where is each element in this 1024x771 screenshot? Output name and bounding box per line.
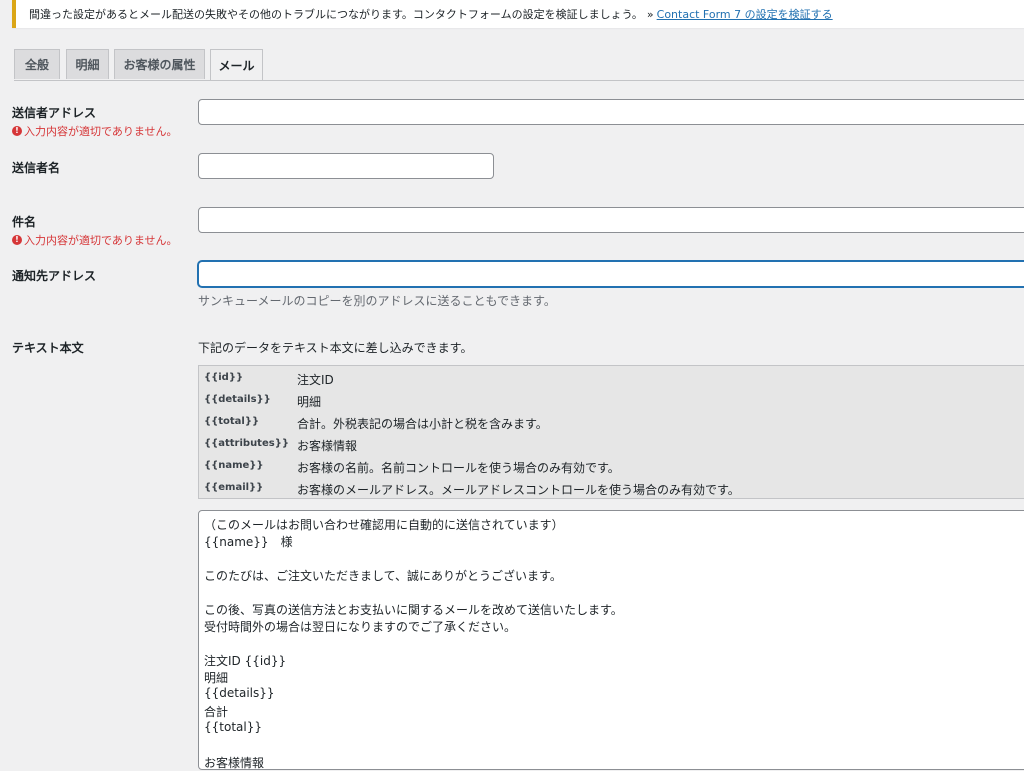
placeholder-tag-list: {{id}} 注文ID {{details}} 明細 {{total}} 合計。… xyxy=(198,365,1024,499)
tag-desc: 合計。外税表記の場合は小計と税を含みます。 xyxy=(297,417,548,431)
tag-key: {{total}} xyxy=(204,416,260,427)
sender-address-input[interactable] xyxy=(198,99,1024,125)
subject-input[interactable] xyxy=(198,207,1024,233)
body-line: {{name}} 様 xyxy=(204,535,293,549)
validate-config-link[interactable]: Contact Form 7 の設定を検証する xyxy=(657,8,833,21)
tag-row: {{name}} お客様の名前。名前コントロールを使う場合のみ有効です。 xyxy=(199,456,1024,478)
notify-address-description: サンキューメールのコピーを別のアドレスに送ることもできます。 xyxy=(198,294,556,308)
body-line: {{details}} xyxy=(204,686,275,700)
body-line: （このメールはお問い合わせ確認用に自動的に送信されています） xyxy=(204,518,564,532)
error-icon: ! xyxy=(12,235,22,245)
body-line: 明細 xyxy=(204,671,229,685)
tag-row: {{total}} 合計。外税表記の場合は小計と税を含みます。 xyxy=(199,412,1024,434)
body-line: {{total}} xyxy=(204,720,262,734)
tag-desc: 注文ID xyxy=(297,373,334,387)
tab-general[interactable]: 全般 xyxy=(14,49,60,79)
tag-desc: お客様情報 xyxy=(297,439,358,453)
tabs-divider xyxy=(14,80,1024,81)
tag-desc: お客様の名前。名前コントロールを使う場合のみ有効です。 xyxy=(297,461,620,475)
mail-body-textarea[interactable]: （このメールはお問い合わせ確認用に自動的に送信されています） {{name}} … xyxy=(198,510,1024,770)
tag-key: {{details}} xyxy=(204,394,271,405)
validation-notice: 間違った設定があるとメール配送の失敗やその他のトラブルにつながります。コンタクト… xyxy=(12,0,1024,28)
tag-row: {{email}} お客様のメールアドレス。メールアドレスコントロールを使う場合… xyxy=(199,478,1024,500)
body-line: このたびは、ご注文いただきまして、誠にありがとうございます。 xyxy=(204,569,562,583)
tag-row: {{details}} 明細 xyxy=(199,390,1024,412)
tag-key: {{attributes}} xyxy=(204,438,289,449)
notice-message: 間違った設定があるとメール配送の失敗やその他のトラブルにつながります。コンタクト… xyxy=(29,8,643,21)
body-text-label: テキスト本文 xyxy=(12,341,84,355)
sender-address-error-text: 入力内容が適切でありません。 xyxy=(24,125,178,138)
tab-customer-attributes[interactable]: お客様の属性 xyxy=(114,49,205,79)
sender-address-error: ! 入力内容が適切でありません。 xyxy=(12,123,178,139)
tag-row: {{id}} 注文ID xyxy=(199,368,1024,390)
notify-address-input[interactable] xyxy=(198,261,1024,287)
tag-desc: 明細 xyxy=(297,395,322,409)
tab-details[interactable]: 明細 xyxy=(66,49,109,79)
body-line: 注文ID {{id}} xyxy=(204,654,287,668)
tag-key: {{id}} xyxy=(204,372,244,383)
sender-name-label: 送信者名 xyxy=(12,161,61,175)
subject-error: ! 入力内容が適切でありません。 xyxy=(12,232,178,248)
notify-address-label: 通知先アドレス xyxy=(12,269,97,283)
body-line: この後、写真の送信方法とお支払いに関するメールを改めて送信いたします。 xyxy=(204,603,623,617)
tag-row: {{attributes}} お客様情報 xyxy=(199,434,1024,456)
body-line: お客様情報 xyxy=(204,756,265,770)
notice-text: 間違った設定があるとメール配送の失敗やその他のトラブルにつながります。コンタクト… xyxy=(29,6,833,22)
body-text-hint: 下記のデータをテキスト本文に差し込みできます。 xyxy=(198,341,473,355)
raquo-icon: » xyxy=(646,8,654,21)
sender-address-label: 送信者アドレス xyxy=(12,106,97,120)
tag-key: {{email}} xyxy=(204,482,264,493)
tag-key: {{name}} xyxy=(204,460,264,471)
tab-mail[interactable]: メール xyxy=(210,49,263,81)
sender-name-input[interactable] xyxy=(198,153,494,179)
subject-error-text: 入力内容が適切でありません。 xyxy=(24,234,178,247)
error-icon: ! xyxy=(12,126,22,136)
tag-desc: お客様のメールアドレス。メールアドレスコントロールを使う場合のみ有効です。 xyxy=(297,483,740,497)
body-line: 合計 xyxy=(204,705,229,719)
body-line: 受付時間外の場合は翌日になりますのでご了承ください。 xyxy=(204,620,517,634)
subject-label: 件名 xyxy=(12,215,37,229)
